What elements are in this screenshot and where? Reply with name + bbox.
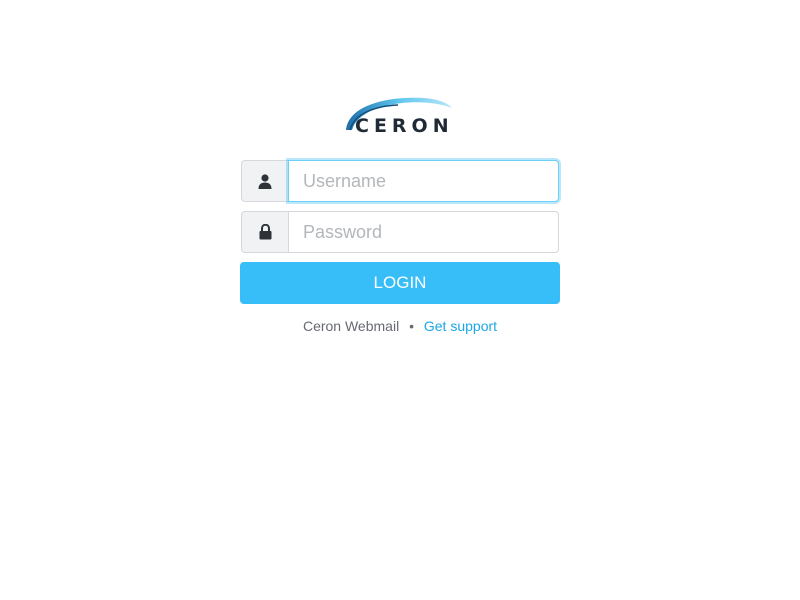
footer: Ceron Webmail • Get support xyxy=(240,318,560,334)
get-support-link[interactable]: Get support xyxy=(424,318,497,334)
lock-icon xyxy=(241,211,288,253)
login-button[interactable]: LOGIN xyxy=(240,262,560,304)
login-page: CERON LOGIN Ceron Webmail xyxy=(0,0,800,600)
password-input[interactable] xyxy=(288,211,559,253)
footer-separator: • xyxy=(409,318,414,334)
logo-text: CERON xyxy=(355,115,454,137)
product-name: Ceron Webmail xyxy=(302,318,400,334)
username-group xyxy=(241,160,559,202)
username-input[interactable] xyxy=(288,160,559,202)
login-form: LOGIN xyxy=(240,160,560,304)
user-icon xyxy=(241,160,288,202)
ceron-logo: CERON xyxy=(340,94,460,138)
password-group xyxy=(241,211,559,253)
